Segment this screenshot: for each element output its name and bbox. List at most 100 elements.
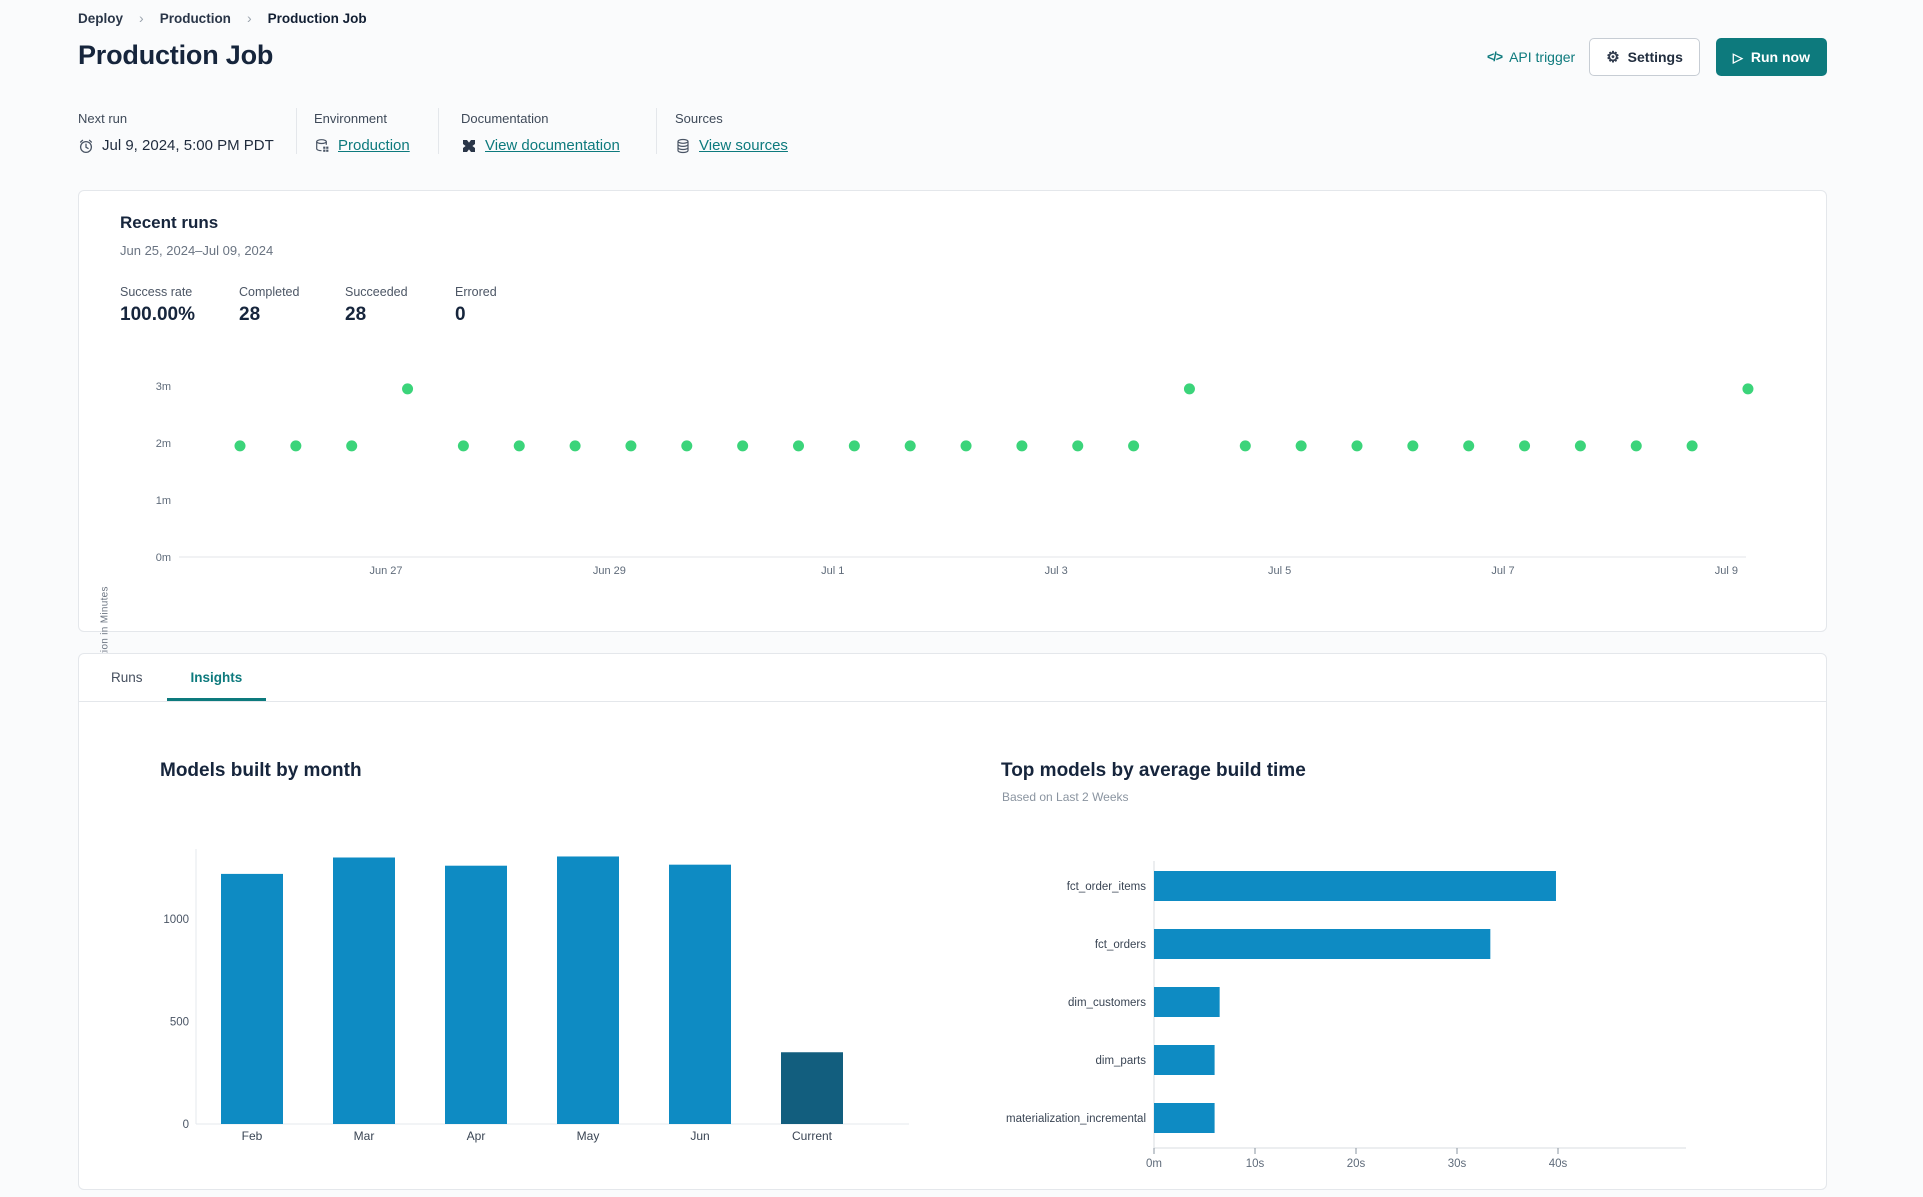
stat-errored: Errored 0 <box>455 285 497 325</box>
svg-text:0m: 0m <box>156 552 171 564</box>
svg-text:fct_orders: fct_orders <box>1095 939 1146 951</box>
run-duration-point[interactable] <box>1128 440 1140 452</box>
svg-text:20s: 20s <box>1347 1158 1366 1170</box>
model-build-time-bar[interactable] <box>1154 1103 1215 1133</box>
gear-icon: ⚙ <box>1606 48 1620 66</box>
run-duration-point[interactable] <box>625 440 637 452</box>
svg-text:Jul 7: Jul 7 <box>1491 565 1514 577</box>
run-duration-point[interactable] <box>346 440 358 452</box>
breadcrumb-current: Production Job <box>267 10 367 26</box>
month-bar[interactable] <box>221 873 283 1124</box>
run-duration-point[interactable] <box>569 440 581 452</box>
build-duration-scatter-plot: 0m 1m 2m 3m Jun 27 Jun 29 Jul 1 Jul 3 Jul 5 Jul 7… <box>156 381 1754 577</box>
documentation-label: Documentation <box>461 111 549 126</box>
month-bar[interactable] <box>445 865 507 1124</box>
build-duration-chart: Build Duration in Minutes 0m 1m 2m 3m Jun 27… <box>100 371 1761 705</box>
model-build-time-bar[interactable] <box>1154 987 1220 1017</box>
next-run-value: Jul 9, 2024, 5:00 PM PDT <box>102 137 274 154</box>
top-models-title: Top models by average build time <box>1001 760 1306 781</box>
tab-bar: Runs Insights <box>79 654 1826 702</box>
svg-text:2m: 2m <box>156 438 171 450</box>
svg-text:materialization_incremental: materialization_incremental <box>1006 1113 1146 1125</box>
run-duration-point[interactable] <box>1463 440 1475 452</box>
month-bar[interactable] <box>333 857 395 1125</box>
month-bar[interactable] <box>557 856 619 1124</box>
environment-database-icon <box>314 138 330 154</box>
run-duration-point[interactable] <box>290 440 302 452</box>
svg-text:Jun: Jun <box>690 1129 709 1143</box>
svg-text:Current: Current <box>792 1129 833 1143</box>
svg-text:Jul 1: Jul 1 <box>821 565 844 577</box>
svg-text:Mar: Mar <box>354 1129 375 1143</box>
run-duration-point[interactable] <box>960 440 972 452</box>
meta-next-run: Next run Jul 9, 2024, 5:00 PM PDT <box>78 108 296 154</box>
run-duration-point[interactable] <box>1183 383 1195 395</box>
run-duration-point[interactable] <box>402 383 414 395</box>
run-duration-point[interactable] <box>848 440 860 452</box>
svg-text:40s: 40s <box>1549 1158 1568 1170</box>
job-meta-row: Next run Jul 9, 2024, 5:00 PM PDT Enviro… <box>78 108 856 154</box>
run-duration-point[interactable] <box>681 440 693 452</box>
svg-text:Apr: Apr <box>467 1129 486 1143</box>
svg-text:fct_order_items: fct_order_items <box>1067 881 1147 893</box>
run-duration-point[interactable] <box>904 440 916 452</box>
insights-card: Runs Insights Models built by month 0 500… <box>78 653 1827 1190</box>
svg-text:dim_parts: dim_parts <box>1096 1055 1147 1067</box>
svg-text:Jul 9: Jul 9 <box>1715 565 1738 577</box>
svg-text:500: 500 <box>170 1017 189 1029</box>
run-duration-point[interactable] <box>457 440 469 452</box>
run-duration-point[interactable] <box>1630 440 1642 452</box>
tab-runs[interactable]: Runs <box>87 654 167 701</box>
svg-text:30s: 30s <box>1448 1158 1467 1170</box>
meta-documentation: Documentation View documentation <box>438 108 656 154</box>
api-trigger-label: API trigger <box>1509 49 1576 65</box>
production-job-page: Deploy › Production › Production Job Pro… <box>0 0 1923 1197</box>
svg-text:0m: 0m <box>1146 1158 1162 1170</box>
run-duration-point[interactable] <box>793 440 804 452</box>
model-build-time-bar[interactable] <box>1154 871 1556 901</box>
run-now-button[interactable]: ▷ Run now <box>1715 38 1827 76</box>
run-duration-point[interactable] <box>1239 440 1251 452</box>
run-duration-point[interactable] <box>1742 383 1754 395</box>
top-models-chart: 0m 10s 20s 30s 40s fct_order_items fct_ordersd… <box>1006 861 1686 1170</box>
run-duration-point[interactable] <box>1351 440 1363 452</box>
svg-text:Jul 3: Jul 3 <box>1045 565 1068 577</box>
run-duration-point[interactable] <box>1686 440 1698 452</box>
next-run-label: Next run <box>78 111 128 126</box>
view-sources-link[interactable]: View sources <box>699 137 788 154</box>
environment-link[interactable]: Production <box>338 137 410 154</box>
recent-runs-stats: Success rate 100.00% Completed 28 Succee… <box>120 285 497 326</box>
run-duration-point[interactable] <box>1574 440 1586 452</box>
run-duration-point[interactable] <box>1407 440 1419 452</box>
run-duration-point[interactable] <box>1072 440 1084 452</box>
api-trigger-link[interactable]: </> API trigger <box>1487 49 1575 65</box>
run-duration-point[interactable] <box>513 440 525 452</box>
settings-button[interactable]: ⚙ Settings <box>1589 38 1700 76</box>
meta-sources: Sources View sources <box>656 108 856 154</box>
run-duration-point[interactable] <box>1519 440 1531 452</box>
run-duration-point[interactable] <box>1016 440 1028 452</box>
stat-succeeded: Succeeded 28 <box>345 285 408 325</box>
month-bar[interactable] <box>781 1052 843 1124</box>
svg-text:Jun 29: Jun 29 <box>593 565 626 577</box>
view-documentation-link[interactable]: View documentation <box>485 137 620 154</box>
page-title: Production Job <box>78 40 274 70</box>
breadcrumb-production[interactable]: Production <box>160 11 231 26</box>
settings-label: Settings <box>1627 49 1683 65</box>
code-icon: </> <box>1486 50 1503 64</box>
recent-runs-title: Recent runs <box>120 213 219 232</box>
stat-success-rate: Success rate 100.00% <box>120 285 196 325</box>
run-duration-point[interactable] <box>1295 440 1307 452</box>
environment-label: Environment <box>314 111 387 126</box>
tab-insights[interactable]: Insights <box>166 654 267 701</box>
model-build-time-bar[interactable] <box>1154 1045 1215 1075</box>
run-duration-point[interactable] <box>737 440 749 452</box>
run-duration-point[interactable] <box>234 440 246 452</box>
chevron-right-icon: › <box>246 10 252 26</box>
breadcrumb-deploy[interactable]: Deploy <box>78 11 123 26</box>
recent-runs-card: Recent runs Jun 25, 2024–Jul 09, 2024 Su… <box>78 190 1827 705</box>
month-bar[interactable] <box>669 864 731 1124</box>
model-build-time-bar[interactable] <box>1154 929 1491 959</box>
recent-runs-date-range: Jun 25, 2024–Jul 09, 2024 <box>120 243 274 258</box>
sources-database-icon <box>675 138 691 154</box>
